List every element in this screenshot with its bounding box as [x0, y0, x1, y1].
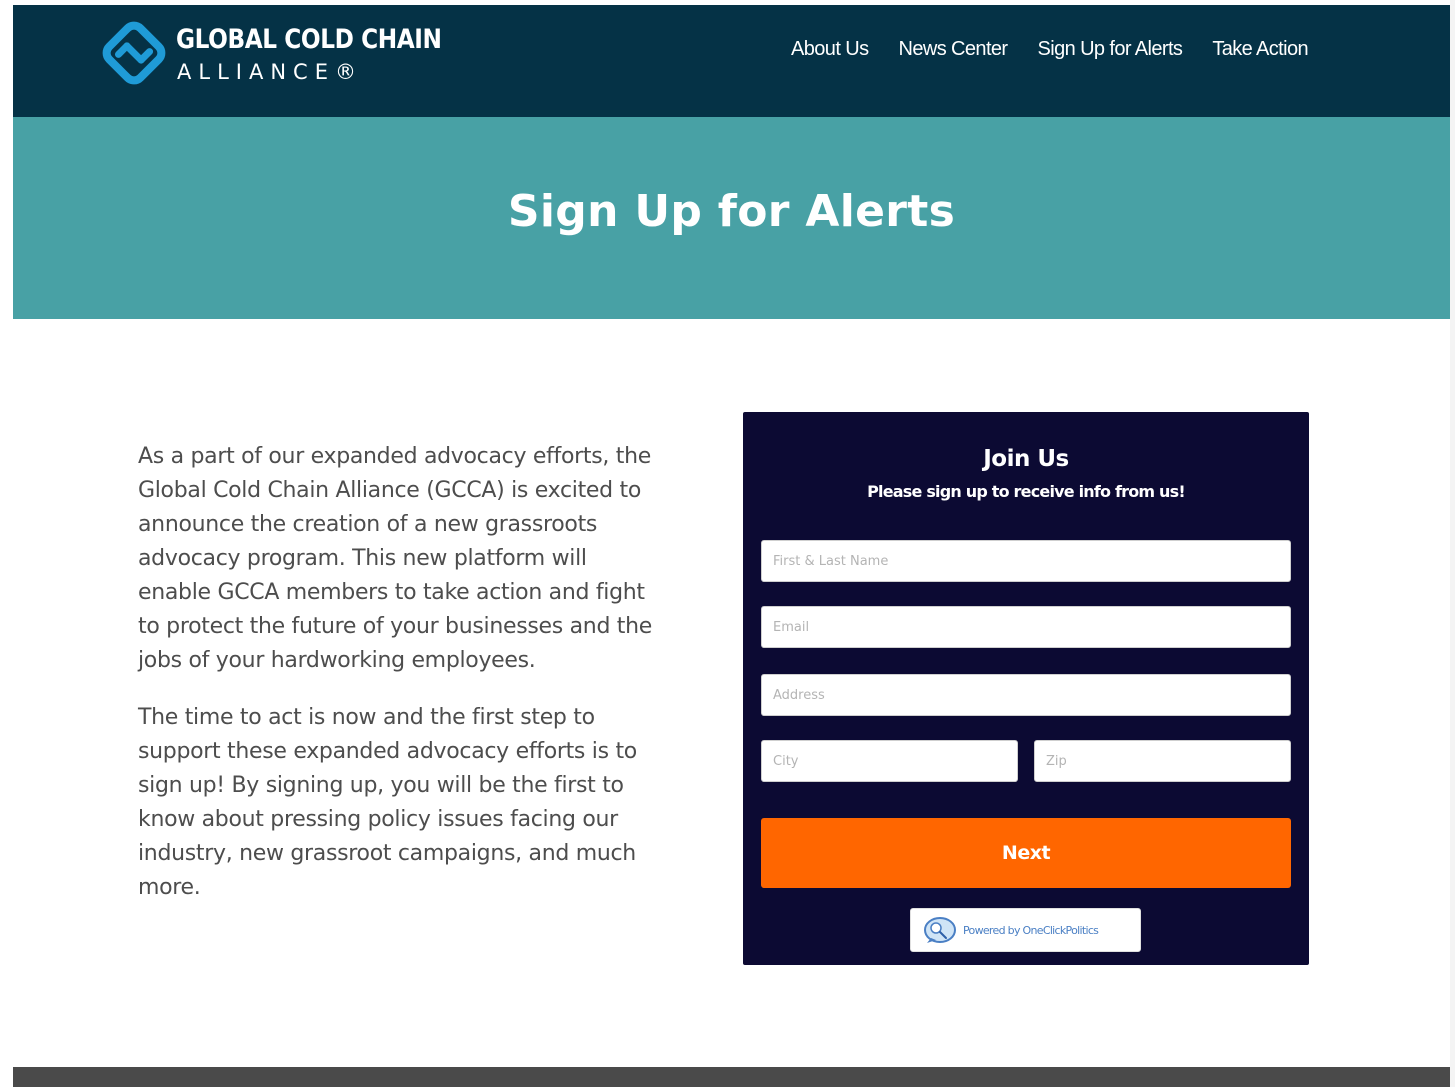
zip-input[interactable]: [1034, 740, 1291, 782]
city-input[interactable]: [761, 740, 1018, 782]
nav-about-us[interactable]: About Us: [791, 38, 869, 61]
form-title: Join Us: [983, 446, 1069, 472]
intro-text: As a part of our expanded advocacy effor…: [138, 440, 658, 928]
logo-text-line1: GLOBAL COLD CHAIN: [176, 24, 442, 55]
hero-banner: Sign Up for Alerts: [13, 117, 1450, 319]
main-nav: About Us News Center Sign Up for Alerts …: [791, 38, 1309, 61]
name-input[interactable]: [761, 540, 1291, 582]
form-subtitle: Please sign up to receive info from us!: [867, 482, 1186, 501]
next-button[interactable]: Next: [761, 818, 1291, 888]
nav-sign-up-for-alerts[interactable]: Sign Up for Alerts: [1037, 38, 1182, 61]
intro-paragraph-2: The time to act is now and the first ste…: [138, 705, 637, 900]
intro-paragraph-1: As a part of our expanded advocacy effor…: [138, 444, 653, 673]
signup-form: Join Us Please sign up to receive info f…: [743, 412, 1309, 965]
powered-by-badge[interactable]: Powered by OneClickPolitics: [910, 908, 1141, 952]
footer: [13, 1067, 1455, 1087]
email-input[interactable]: [761, 606, 1291, 648]
address-input[interactable]: [761, 674, 1291, 716]
site-logo[interactable]: GLOBAL COLD CHAIN ALLIANCE®: [101, 20, 442, 90]
page-title: Sign Up for Alerts: [507, 186, 956, 237]
nav-take-action[interactable]: Take Action: [1212, 38, 1308, 61]
oneclickpolitics-logo-icon: [924, 917, 956, 943]
site-header: GLOBAL COLD CHAIN ALLIANCE® About Us New…: [13, 5, 1450, 117]
gcca-logo-icon: [102, 21, 166, 85]
logo-text-line2: ALLIANCE®: [177, 60, 363, 84]
scrollbar-track: [1450, 0, 1455, 1087]
nav-news-center[interactable]: News Center: [898, 38, 1008, 61]
powered-by-text: Powered by OneClickPolitics: [963, 923, 1099, 937]
